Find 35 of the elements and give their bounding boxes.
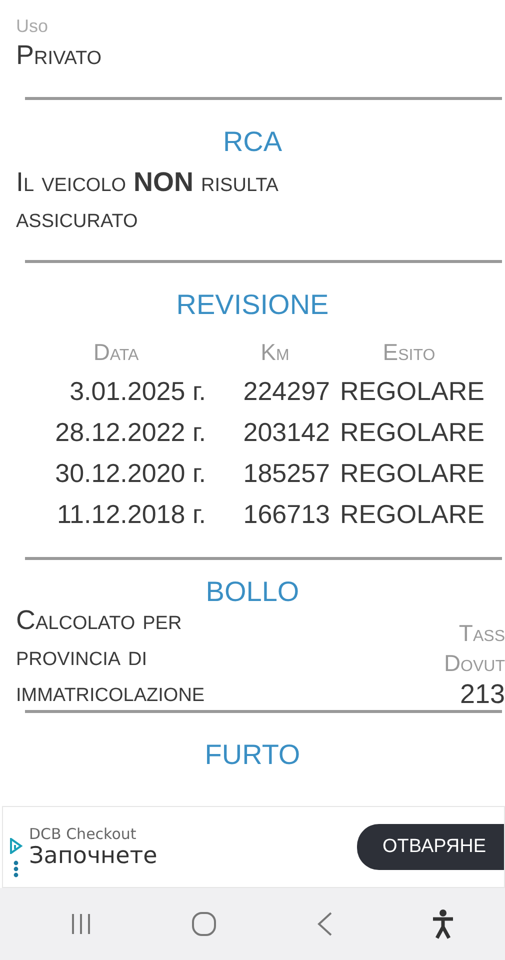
home-icon[interactable] [191, 911, 218, 937]
column-header: Data [92, 338, 140, 367]
section-title: BOLLO [206, 576, 300, 608]
table-cell-text: 185257 [242, 457, 331, 490]
accessibility-icon[interactable] [432, 909, 454, 939]
section-title: RCA [222, 125, 282, 159]
column-header: Km [260, 338, 290, 367]
table-cell-text: 224297 [242, 375, 331, 408]
ad-headline: Започнете [29, 843, 158, 869]
tax-description: Calcolato per provincia di immatricolazione [16, 604, 206, 709]
column-header: Esito [382, 338, 436, 367]
tax-label: Dovut [444, 649, 505, 678]
back-icon[interactable] [316, 911, 334, 937]
ad-info-icon[interactable] [9, 838, 23, 854]
insurance-status: Il veicolo NON risulta assicurato [16, 166, 280, 235]
table-cell-text: 166713 [242, 498, 331, 531]
table-cell-text: REGOLARE [339, 416, 484, 449]
table-cell-text: REGOLARE [339, 498, 484, 531]
table-cell-text: 3.01.2025 г. [68, 375, 206, 408]
field-value: Privato [16, 39, 103, 72]
table-cell-text: REGOLARE [339, 375, 484, 408]
table-cell-text: 203142 [242, 416, 331, 449]
more-icon[interactable] [13, 860, 19, 878]
ad-banner[interactable]: DCB Checkout Започнете ОТВАРЯНЕ [2, 806, 505, 888]
table-cell-text: 11.12.2018 г. [56, 498, 206, 531]
field-label: Uso [16, 16, 50, 37]
table-cell-text: 30.12.2020 г. [54, 457, 206, 490]
advertiser-name: DCB Checkout [29, 825, 138, 843]
tax-amount: 213 [460, 678, 505, 710]
table-cell-text: 28.12.2022 г. [54, 416, 206, 449]
open-button[interactable]: ОТВАРЯНЕ [356, 824, 504, 870]
table-cell-text: REGOLARE [339, 457, 484, 490]
section-title: REVISIONE [176, 288, 329, 322]
section-title: FURTO [204, 738, 300, 772]
tax-label: Tass [458, 619, 505, 648]
